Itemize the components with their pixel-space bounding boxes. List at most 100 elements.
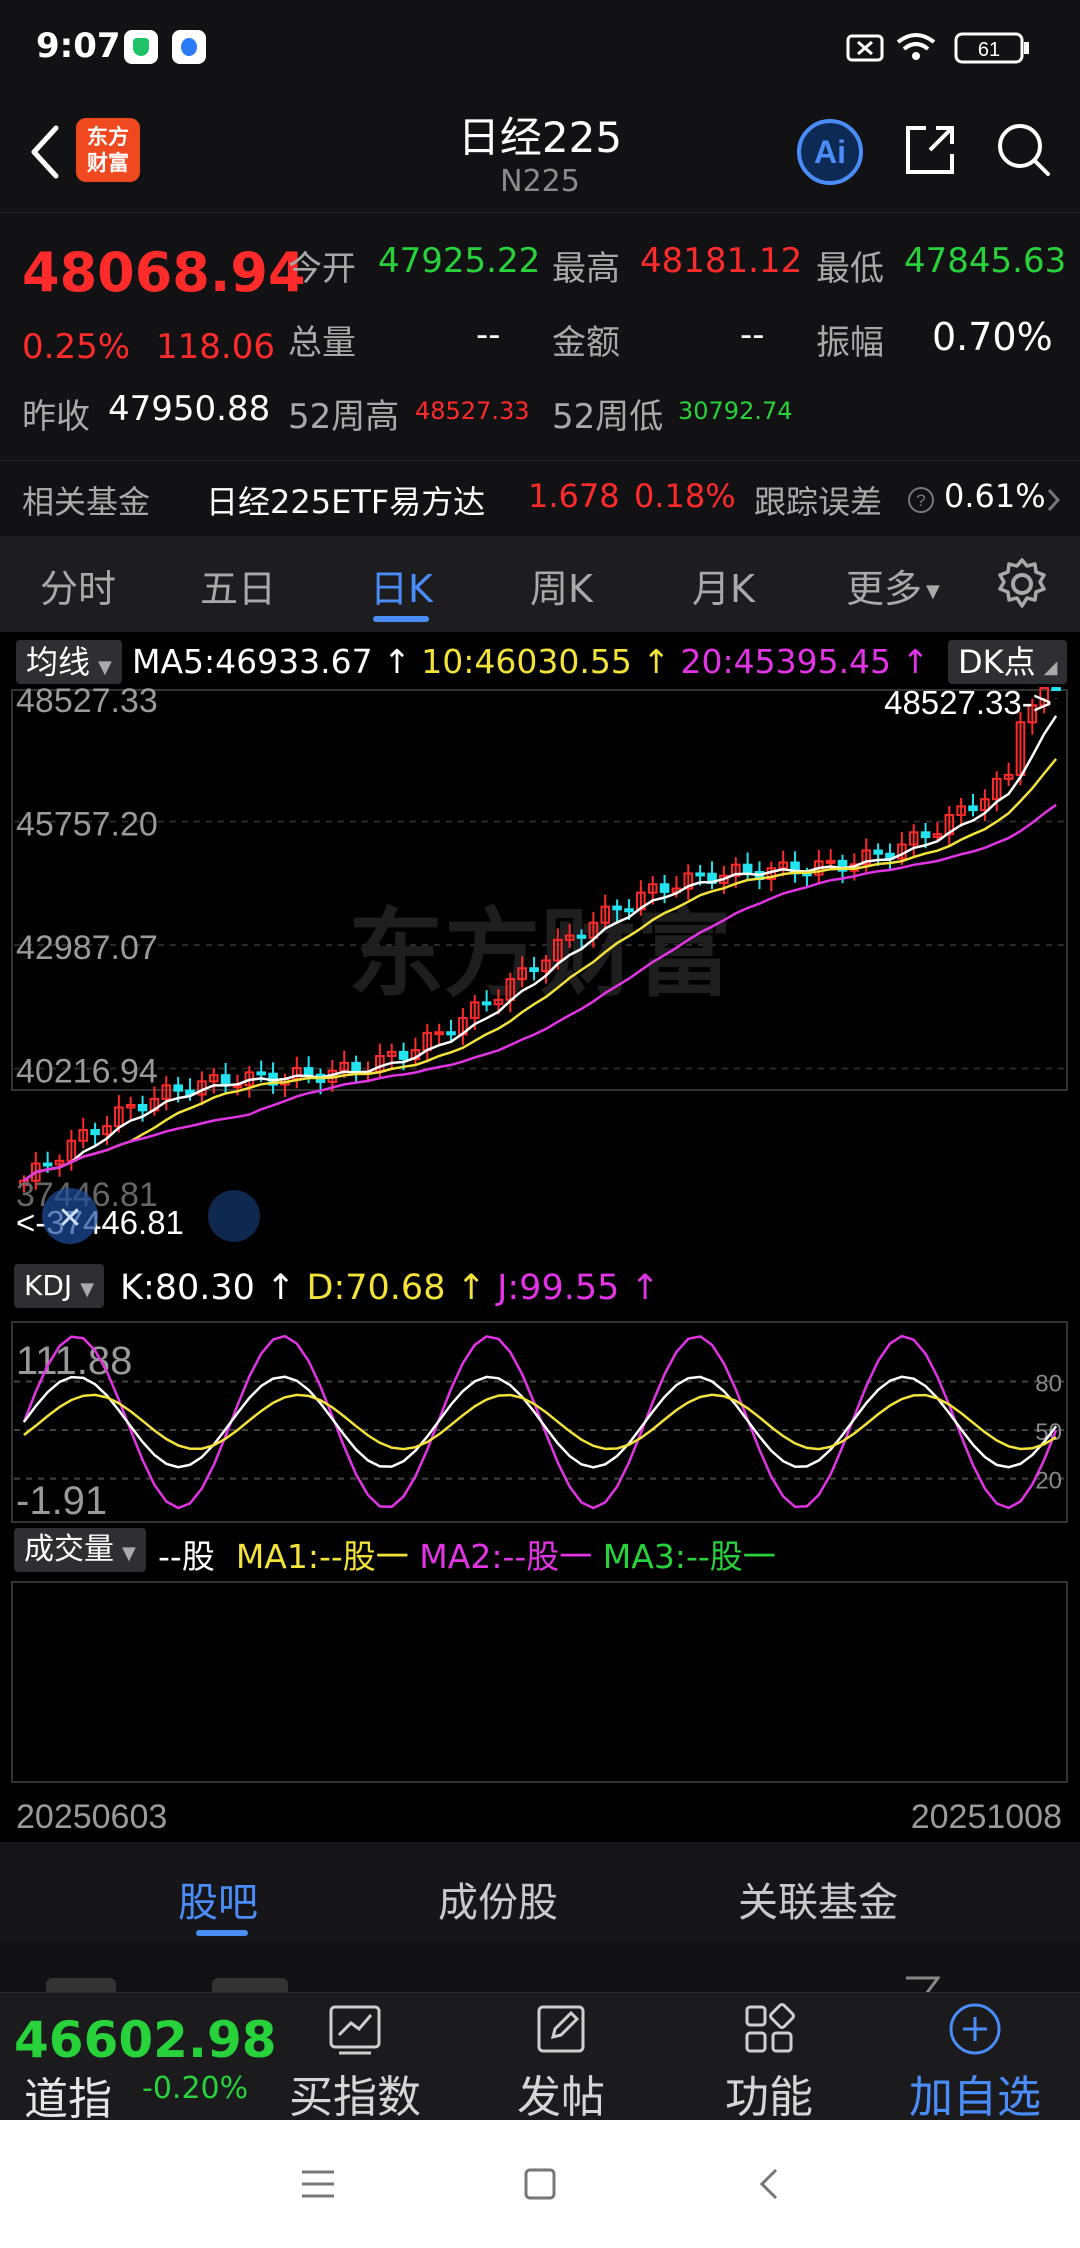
- status-icons: 61: [846, 32, 1029, 64]
- period-tabs: 分时 五日 日K 周K 月K 更多 ▼: [0, 536, 1080, 632]
- floating-tool-icon-2: [208, 1190, 260, 1242]
- corner-caret-icon: ◢: [1043, 657, 1058, 678]
- fund-price: 1.678: [528, 477, 620, 515]
- svg-text:Ai: Ai: [814, 134, 846, 170]
- tab-related-funds[interactable]: 关联基金: [738, 1870, 898, 1928]
- amplitude-label: 振幅: [816, 323, 884, 363]
- chat-app-icon: [172, 30, 206, 64]
- tab-constituents[interactable]: 成份股: [438, 1870, 558, 1928]
- candle-body: [695, 872, 705, 877]
- kdj-k-line: [22, 1375, 1058, 1469]
- kline-chart[interactable]: 东方财富 48527.33 45757.20 42987.07 40216.94…: [0, 632, 1080, 1842]
- tab-five-day[interactable]: 五日: [200, 558, 276, 613]
- svg-text:?: ?: [916, 491, 925, 510]
- gear-icon[interactable]: [994, 556, 1050, 612]
- candle-body: [873, 849, 883, 855]
- kdj-k-value: K:80.30: [120, 1268, 255, 1308]
- open-label: 今开: [288, 249, 356, 289]
- bottom-action-bar: 46602.98 道指 -0.20% 买指数 发帖 功能 加自选: [0, 1992, 1080, 2125]
- kdj-tick-min: -1.91: [16, 1479, 107, 1523]
- candle-body: [303, 1067, 314, 1076]
- caret-down-icon: ▼: [122, 1543, 136, 1564]
- search-icon[interactable]: [994, 120, 1054, 180]
- edit-icon: [537, 2005, 585, 2053]
- dk-point-label: DK点: [958, 643, 1036, 681]
- menu-icon[interactable]: [298, 2164, 338, 2204]
- chart-area[interactable]: 东方财富 48527.33 45757.20 42987.07 40216.94…: [0, 632, 1080, 1842]
- buy-index-button[interactable]: 买指数: [280, 2001, 430, 2125]
- j-up-arrow-icon: ↑: [619, 1268, 660, 1308]
- amplitude-value: 0.70%: [932, 315, 1053, 359]
- change-amount: 118.06: [156, 327, 275, 367]
- candle-body: [624, 908, 634, 913]
- post-label: 发帖: [517, 2072, 605, 2123]
- status-time: 9:07: [36, 26, 121, 66]
- indicator-select-kdj[interactable]: KDJ ▼: [14, 1264, 105, 1308]
- kdj-d-line: [23, 1393, 1057, 1451]
- system-nav-bar: [0, 2120, 1080, 2248]
- quote-panel: 48068.94 0.25% 118.06 昨收 47950.88 今开 479…: [0, 212, 1080, 452]
- ai-assistant-icon[interactable]: Ai: [796, 118, 864, 186]
- tab-intraday[interactable]: 分时: [40, 558, 116, 613]
- candle-body: [742, 863, 753, 874]
- candle-body: [137, 1104, 148, 1112]
- dow-jones-name: 道指: [24, 2074, 112, 2125]
- ma10-up-arrow-icon: ↑: [631, 642, 681, 681]
- tab-monthly-k[interactable]: 月K: [692, 558, 755, 613]
- volume-values: --股 MA1:--股一 MA2:--股一 MA3:--股一: [158, 1530, 776, 1578]
- related-fund-label: 相关基金: [22, 483, 151, 521]
- tab-daily-k[interactable]: 日K: [370, 558, 433, 613]
- candle-body: [220, 1074, 231, 1087]
- tab-more[interactable]: 更多 ▼: [846, 558, 940, 613]
- floating-tool-icon: ✕: [42, 1188, 98, 1244]
- dow-jones-value: 46602.98: [14, 2011, 277, 2069]
- share-icon[interactable]: [900, 120, 960, 180]
- dk-point-button[interactable]: DK点 ◢: [948, 640, 1068, 684]
- add-watchlist-button[interactable]: 加自选: [900, 2001, 1050, 2125]
- week52-high-value: 48527.33: [415, 397, 530, 425]
- indicator-select-volume[interactable]: 成交量 ▼: [14, 1528, 146, 1572]
- back-nav-icon[interactable]: [750, 2164, 790, 2204]
- d-up-arrow-icon: ↑: [445, 1268, 498, 1308]
- caret-down-icon: ▼: [926, 581, 940, 602]
- header: 东方 财富 日经225 N225 Ai: [0, 90, 1080, 210]
- volume-ma1: MA1:--股一: [235, 1537, 409, 1576]
- tab-stock-forum[interactable]: 股吧: [178, 1870, 258, 1928]
- plus-circle-icon: [949, 2003, 1001, 2055]
- functions-button[interactable]: 功能: [694, 2001, 844, 2125]
- indicator-select-ma[interactable]: 均线 ▼: [16, 640, 122, 684]
- ma10-value: 10:46030.55: [421, 642, 632, 681]
- help-icon[interactable]: ?: [906, 485, 936, 515]
- filter-chip-partial: [46, 1978, 116, 1992]
- sim-x-icon: [846, 34, 884, 62]
- week52-low-value: 30792.74: [678, 397, 793, 425]
- tab-weekly-k[interactable]: 周K: [530, 558, 593, 613]
- chevron-right-icon: [1047, 488, 1061, 512]
- dow-jones-change: -0.20%: [142, 2071, 249, 2106]
- kdj-lines: [22, 1334, 1058, 1510]
- functions-label: 功能: [725, 2072, 813, 2123]
- wifi-icon: [896, 33, 936, 60]
- svg-text:✕: ✕: [57, 1202, 82, 1235]
- related-fund-row[interactable]: 相关基金 日经225ETF易方达 1.678 0.18% 跟踪误差 ? 0.61…: [0, 460, 1080, 536]
- add-watchlist-label: 加自选: [909, 2072, 1041, 2123]
- home-icon[interactable]: [520, 2164, 560, 2204]
- battery-level: 61: [978, 39, 1000, 61]
- candle-body: [173, 1084, 183, 1092]
- prev-close-label: 昨收: [22, 397, 90, 437]
- volume-label: 总量: [288, 323, 356, 363]
- candle-body: [659, 883, 670, 893]
- max-price-marker: 48527.33->: [884, 684, 1052, 721]
- min-price-marker: <-37446.81: [16, 1204, 184, 1241]
- ma5-value: MA5:46933.67: [132, 642, 373, 681]
- candle-body: [256, 1071, 267, 1076]
- content-tabs: 股吧 成份股 关联基金: [0, 1842, 1080, 1942]
- filter-chip-partial-2: [212, 1978, 288, 1992]
- tab-more-label: 更多: [846, 567, 923, 611]
- week52-low-label: 52周低: [552, 397, 664, 437]
- post-button[interactable]: 发帖: [486, 2001, 636, 2125]
- change-percent: 0.25%: [22, 327, 131, 367]
- high-value: 48181.12: [640, 241, 803, 281]
- fund-name[interactable]: 日经225ETF易方达: [206, 477, 485, 523]
- ma-selector-label: 均线: [26, 643, 91, 681]
